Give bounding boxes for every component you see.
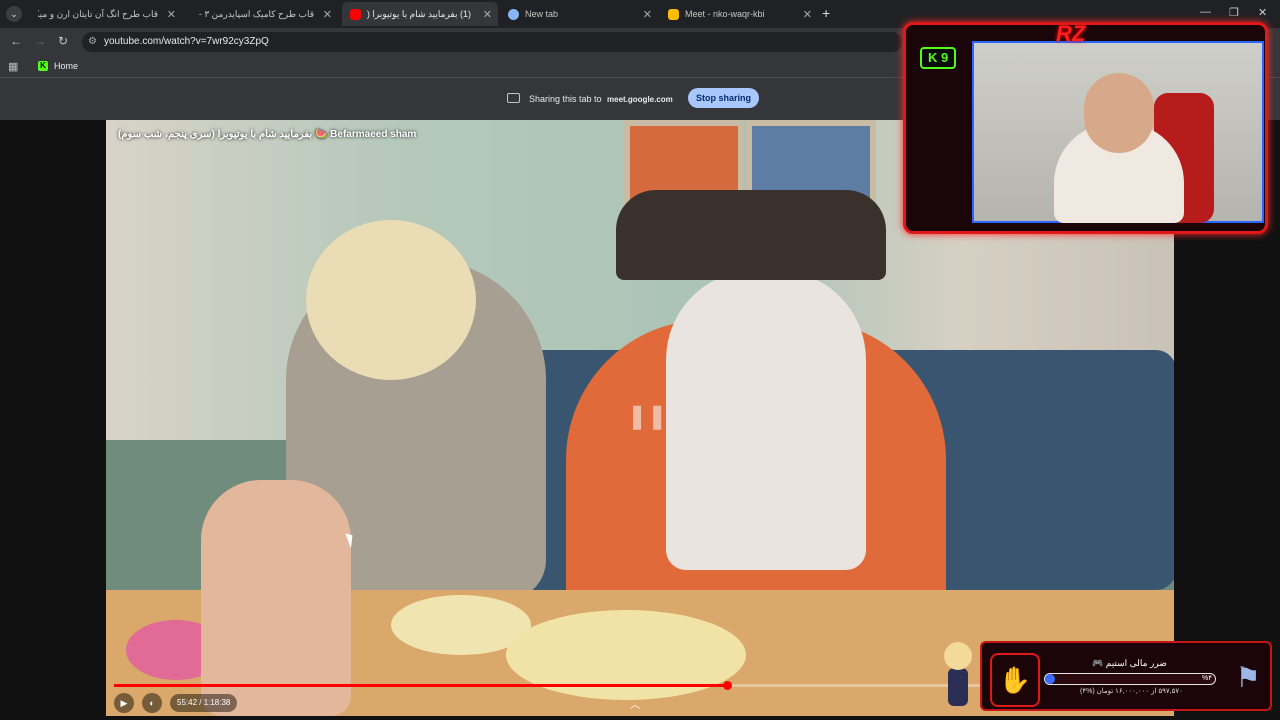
forward-icon[interactable]: → [34,34,46,48]
apps-grid-icon[interactable]: ▦ [8,60,18,73]
kick-icon: K [928,50,938,65]
goal-title: ضرر مالی استیم 🎮 [1092,658,1167,668]
webcam-head [1084,73,1154,153]
volume-icon[interactable]: ◐ [142,693,162,713]
chibi-body [948,668,968,706]
kick-viewer-badge: K 9 [920,47,957,69]
minimize-icon[interactable]: — [1200,6,1211,18]
youtube-icon [350,8,361,20]
video-frame-hair [306,220,476,380]
kick-icon: K [38,61,48,71]
play-icon[interactable]: ▶ [114,693,134,713]
tab-2[interactable]: قاب طرح کامیک اسپایدرمن ۳ - ق ✕ [188,2,338,26]
tab-youtube-active[interactable]: (1) بفرمایید شام با یوتیوبرا (ب ✕ [342,2,498,26]
meet-icon [668,8,679,20]
close-icon[interactable]: ✕ [323,8,332,21]
back-icon[interactable]: ← [10,34,22,48]
share-domain: meet.google.com [607,95,673,104]
video-frame-hair [666,270,866,570]
hand-icon: ✋ [990,653,1040,707]
video-frame-hat [616,190,886,280]
streamer-logo: RZ [1056,22,1086,46]
site-info-icon[interactable]: ⚙ [88,32,97,52]
close-icon[interactable]: ✕ [167,8,176,21]
restore-icon[interactable]: ❐ [1229,6,1239,19]
goal-progress-bar [1044,673,1216,685]
close-icon[interactable]: ✕ [803,8,812,21]
close-window-icon[interactable]: ✕ [1258,6,1267,19]
close-icon[interactable]: ✕ [483,8,492,21]
video-time: 55:42 / 1:18:38 [170,694,238,712]
video-progress-bar[interactable] [114,681,980,690]
chrome-icon [508,8,519,20]
address-bar[interactable]: ⚙ youtube.com/watch?v=7wr92cy3ZpQ [82,32,902,52]
tab-title: (1) بفرمایید شام با یوتیوبرا (ب [367,8,471,19]
chibi-mascot [940,642,976,708]
pause-icon[interactable]: ❚❚ [627,404,667,430]
donation-goal-widget: ✋ ضرر مالی استیم 🎮 %۴ ۵۹۷,۵۷۰ از ۱۶,۰۰۰,… [980,641,1272,711]
tab-1[interactable]: قاب طرح انگ آن تایتان ارن و میکا ✕ [30,2,182,26]
video-frame-hand [201,480,351,716]
tab-title: Meet - nko-waqr-kbi [685,9,765,19]
tab-title: قاب طرح کامیک اسپایدرمن ۳ - ق [196,8,314,19]
goal-percent: %۴ [1202,675,1212,682]
kick-count: 9 [941,50,949,65]
video-title: Befarmaeed sham 🍉 بفرمایید شام با یوتیوب… [118,129,417,140]
webcam-feed [972,41,1264,223]
goal-progress-fill [1045,674,1056,684]
tab-new-tab[interactable]: New tab ✕ [500,2,658,26]
goal-subtitle: ۵۹۷,۵۷۰ از ۱۶,۰۰۰,۰۰۰ تومان (%۴) [1080,688,1183,695]
new-tab-icon[interactable]: + [822,6,830,20]
tab-title: قاب طرح انگ آن تایتان ارن و میکا [38,8,158,19]
tab-title: New tab [525,9,559,19]
bookmark-home[interactable]: K Home [38,61,78,71]
webcam-overlay: RZ K 9 [903,22,1268,234]
tab-meet[interactable]: Meet - nko-waqr-kbi ✕ [660,2,818,26]
stop-sharing-button[interactable]: Stop sharing [688,88,760,108]
chibi-hair [944,642,972,670]
tab-search-icon[interactable]: ⌄ [6,6,22,22]
chevron-up-icon[interactable]: ︿ [630,696,640,711]
address-text: youtube.com/watch?v=7wr92cy3ZpQ [104,36,269,47]
bookmark-label: Home [54,61,79,71]
wings-emblem-icon: ⚑ [1235,662,1261,693]
reload-icon[interactable]: ↻ [58,34,68,48]
share-text: Sharing this tab to [529,94,602,104]
close-icon[interactable]: ✕ [643,8,652,21]
screen-share-icon [507,93,520,103]
video-progress-fill [114,684,728,687]
